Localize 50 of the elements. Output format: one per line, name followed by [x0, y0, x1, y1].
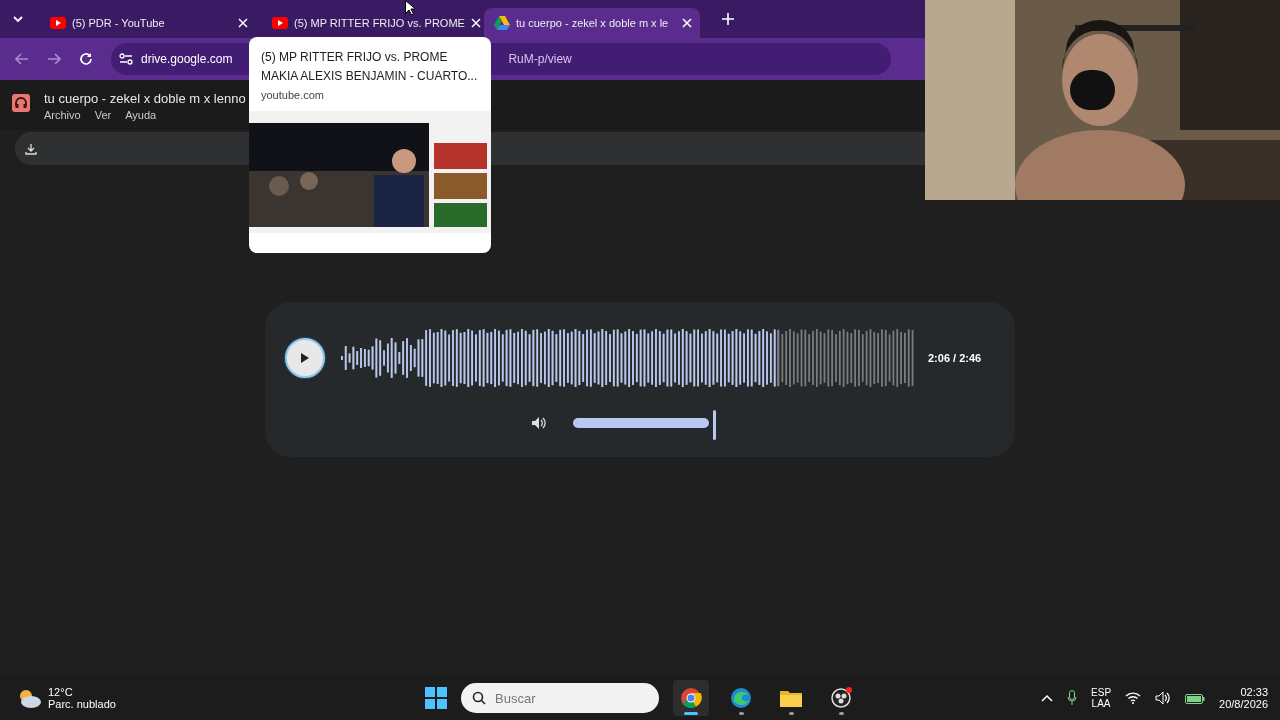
menu-item[interactable]: Ayuda — [125, 109, 157, 121]
taskbar-app[interactable] — [673, 680, 709, 716]
forward-icon[interactable] — [47, 53, 61, 65]
slider-handle[interactable] — [713, 410, 716, 440]
url-text: drive.google.com — [141, 52, 233, 66]
site-settings-icon[interactable] — [119, 53, 133, 65]
wifi-icon[interactable] — [1125, 692, 1142, 704]
browser-tab[interactable]: tu cuerpo - zekel x doble m x le — [484, 8, 700, 38]
url-text: RuM-p/view — [508, 52, 572, 66]
battery-icon[interactable] — [1185, 692, 1206, 704]
chevron-up-icon[interactable] — [1041, 694, 1054, 702]
tab-list-icon[interactable] — [12, 13, 24, 25]
time-display: 2:06 / 2:46 — [928, 352, 982, 364]
menu-item[interactable]: Ver — [94, 109, 112, 121]
language-indicator[interactable]: LAA — [1091, 698, 1111, 709]
temperature: 12°C — [48, 686, 74, 698]
folder-icon — [780, 689, 802, 707]
play-logo-icon — [272, 17, 288, 29]
new-tab-icon[interactable] — [722, 13, 734, 25]
start-icon[interactable] — [425, 687, 447, 709]
play-icon — [300, 352, 310, 364]
play-button[interactable] — [285, 338, 325, 378]
close-icon[interactable] — [238, 18, 248, 28]
close-icon[interactable] — [682, 18, 692, 28]
menu-item[interactable]: Archivo — [44, 109, 81, 121]
clock-time[interactable]: 02:33 — [1240, 686, 1268, 698]
search-field[interactable]: Buscar — [461, 683, 659, 713]
volume-icon[interactable] — [531, 416, 547, 430]
headphones-icon — [12, 94, 30, 112]
preview-site: youtube.com — [261, 89, 325, 101]
waveform-seek-bar[interactable] — [341, 328, 916, 388]
speaker-icon[interactable] — [1155, 691, 1172, 705]
browser-tab[interactable]: (5) MP RITTER FRIJO vs. PROME — [262, 8, 478, 38]
triangle-logo-icon — [494, 16, 510, 30]
browser-tab[interactable]: (5) PDR - YouTube — [40, 8, 256, 38]
browser-icon — [730, 687, 752, 709]
recorder-icon — [830, 687, 852, 709]
weather-condition: Parc. nublado — [48, 698, 116, 710]
cursor-icon — [405, 0, 415, 16]
language-indicator[interactable]: ESP — [1091, 687, 1112, 698]
browser-icon — [680, 687, 702, 709]
play-logo-icon — [50, 17, 66, 29]
download-icon[interactable] — [25, 142, 37, 155]
microphone-icon[interactable] — [1067, 690, 1078, 706]
search-icon — [472, 691, 486, 705]
close-icon[interactable] — [470, 18, 481, 28]
reload-icon[interactable] — [79, 52, 93, 66]
clock-date[interactable]: 20/8/2026 — [1219, 698, 1268, 710]
document-title: tu cuerpo - zekel x doble m x lenno — [44, 91, 246, 106]
back-icon[interactable] — [15, 53, 29, 65]
